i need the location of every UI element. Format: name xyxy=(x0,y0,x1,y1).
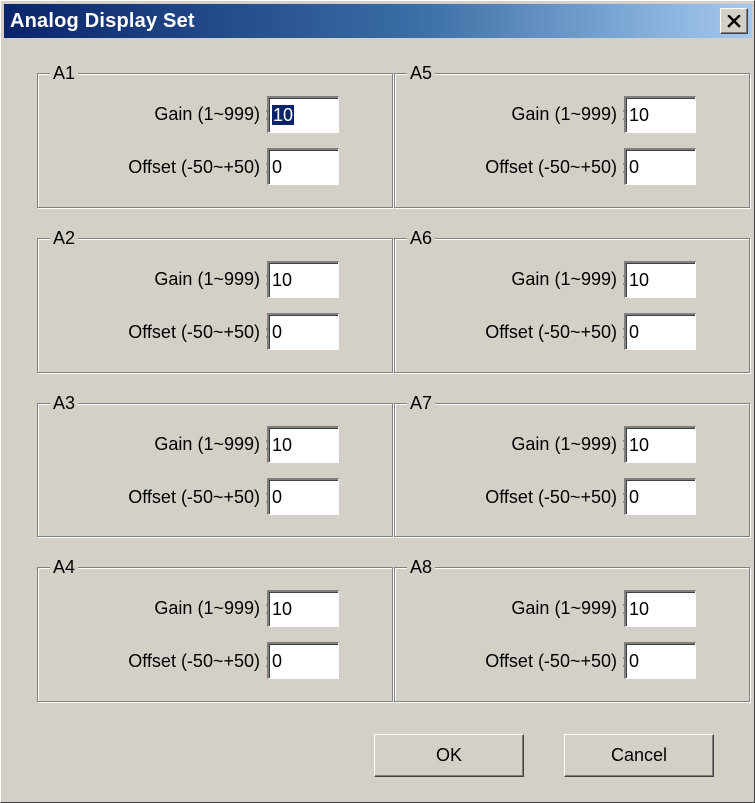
gain-label: Gain (1~999) : xyxy=(154,269,270,289)
group-a3: A3 Gain (1~999) : 10 Offset (-50~+50) : … xyxy=(37,392,393,537)
offset-value: 0 xyxy=(629,651,640,671)
offset-value: 0 xyxy=(629,322,640,342)
dialog-window: Analog Display Set A1 Gain (1~999) : 10 … xyxy=(0,0,755,803)
gain-value: 10 xyxy=(629,435,650,455)
group-a5: A5 Gain (1~999) : 10 Offset (-50~+50) : … xyxy=(394,62,750,208)
title-bar[interactable]: Analog Display Set xyxy=(4,4,752,38)
group-a6: A6 Gain (1~999) : 10 Offset (-50~+50) : … xyxy=(394,227,750,373)
offset-label: Offset (-50~+50) : xyxy=(128,322,270,342)
offset-label: Offset (-50~+50) : xyxy=(485,487,627,507)
offset-input[interactable]: 0 xyxy=(624,313,696,350)
group-a8: A8 Gain (1~999) : 10 Offset (-50~+50) : … xyxy=(394,556,750,702)
gain-label: Gain (1~999) : xyxy=(154,104,270,124)
gain-label: Gain (1~999) : xyxy=(154,434,270,454)
group-label: A1 xyxy=(50,62,79,84)
gain-label: Gain (1~999) : xyxy=(511,598,627,618)
offset-value: 0 xyxy=(629,487,640,507)
offset-input[interactable]: 0 xyxy=(624,642,696,679)
close-x-icon xyxy=(727,14,741,28)
offset-value: 0 xyxy=(272,651,283,671)
offset-label: Offset (-50~+50) : xyxy=(485,651,627,671)
cancel-button-label: Cancel xyxy=(610,745,668,765)
gain-value: 10 xyxy=(629,105,650,125)
offset-label: Offset (-50~+50) : xyxy=(128,651,270,671)
ok-button[interactable]: OK xyxy=(374,734,524,777)
offset-input[interactable]: 0 xyxy=(267,148,339,185)
ok-button-label: OK xyxy=(435,745,462,765)
group-label: A5 xyxy=(407,62,436,84)
offset-value: 0 xyxy=(272,487,283,507)
offset-input[interactable]: 0 xyxy=(267,478,339,515)
offset-label: Offset (-50~+50) : xyxy=(485,157,627,177)
window-title: Analog Display Set xyxy=(10,10,195,32)
gain-label: Gain (1~999) : xyxy=(511,434,627,454)
cancel-button[interactable]: Cancel xyxy=(564,734,714,777)
group-label: A7 xyxy=(407,392,436,414)
group-a7: A7 Gain (1~999) : 10 Offset (-50~+50) : … xyxy=(394,392,750,537)
offset-input[interactable]: 0 xyxy=(267,642,339,679)
gain-input[interactable]: 10 xyxy=(624,426,696,463)
group-a4: A4 Gain (1~999) : 10 Offset (-50~+50) : … xyxy=(37,556,393,702)
gain-input[interactable]: 10 xyxy=(267,426,339,463)
gain-value: 10 xyxy=(272,435,293,455)
group-label: A6 xyxy=(407,227,436,249)
gain-value: 10 xyxy=(272,599,293,619)
group-label: A4 xyxy=(50,556,79,578)
gain-input[interactable]: 10 xyxy=(624,96,696,133)
offset-input[interactable]: 0 xyxy=(267,313,339,350)
group-a2: A2 Gain (1~999) : 10 Offset (-50~+50) : … xyxy=(37,227,393,373)
close-button[interactable] xyxy=(720,8,748,34)
gain-input[interactable]: 10 xyxy=(267,590,339,627)
group-label: A3 xyxy=(50,392,79,414)
gain-value: 10 xyxy=(272,105,295,125)
gain-value: 10 xyxy=(272,270,293,290)
gain-label: Gain (1~999) : xyxy=(511,269,627,289)
gain-input[interactable]: 10 xyxy=(624,261,696,298)
offset-value: 0 xyxy=(272,157,283,177)
offset-label: Offset (-50~+50) : xyxy=(128,487,270,507)
group-a1: A1 Gain (1~999) : 10 Offset (-50~+50) : … xyxy=(37,62,393,208)
gain-label: Gain (1~999) : xyxy=(511,104,627,124)
offset-value: 0 xyxy=(272,322,283,342)
gain-input[interactable]: 10 xyxy=(624,590,696,627)
offset-input[interactable]: 0 xyxy=(624,148,696,185)
offset-value: 0 xyxy=(629,157,640,177)
gain-label: Gain (1~999) : xyxy=(154,598,270,618)
gain-value: 10 xyxy=(629,270,650,290)
offset-label: Offset (-50~+50) : xyxy=(128,157,270,177)
gain-input[interactable]: 10 xyxy=(267,261,339,298)
gain-input[interactable]: 10 xyxy=(267,96,339,133)
group-label: A8 xyxy=(407,556,436,578)
offset-input[interactable]: 0 xyxy=(624,478,696,515)
gain-value: 10 xyxy=(629,599,650,619)
group-label: A2 xyxy=(50,227,79,249)
offset-label: Offset (-50~+50) : xyxy=(485,322,627,342)
